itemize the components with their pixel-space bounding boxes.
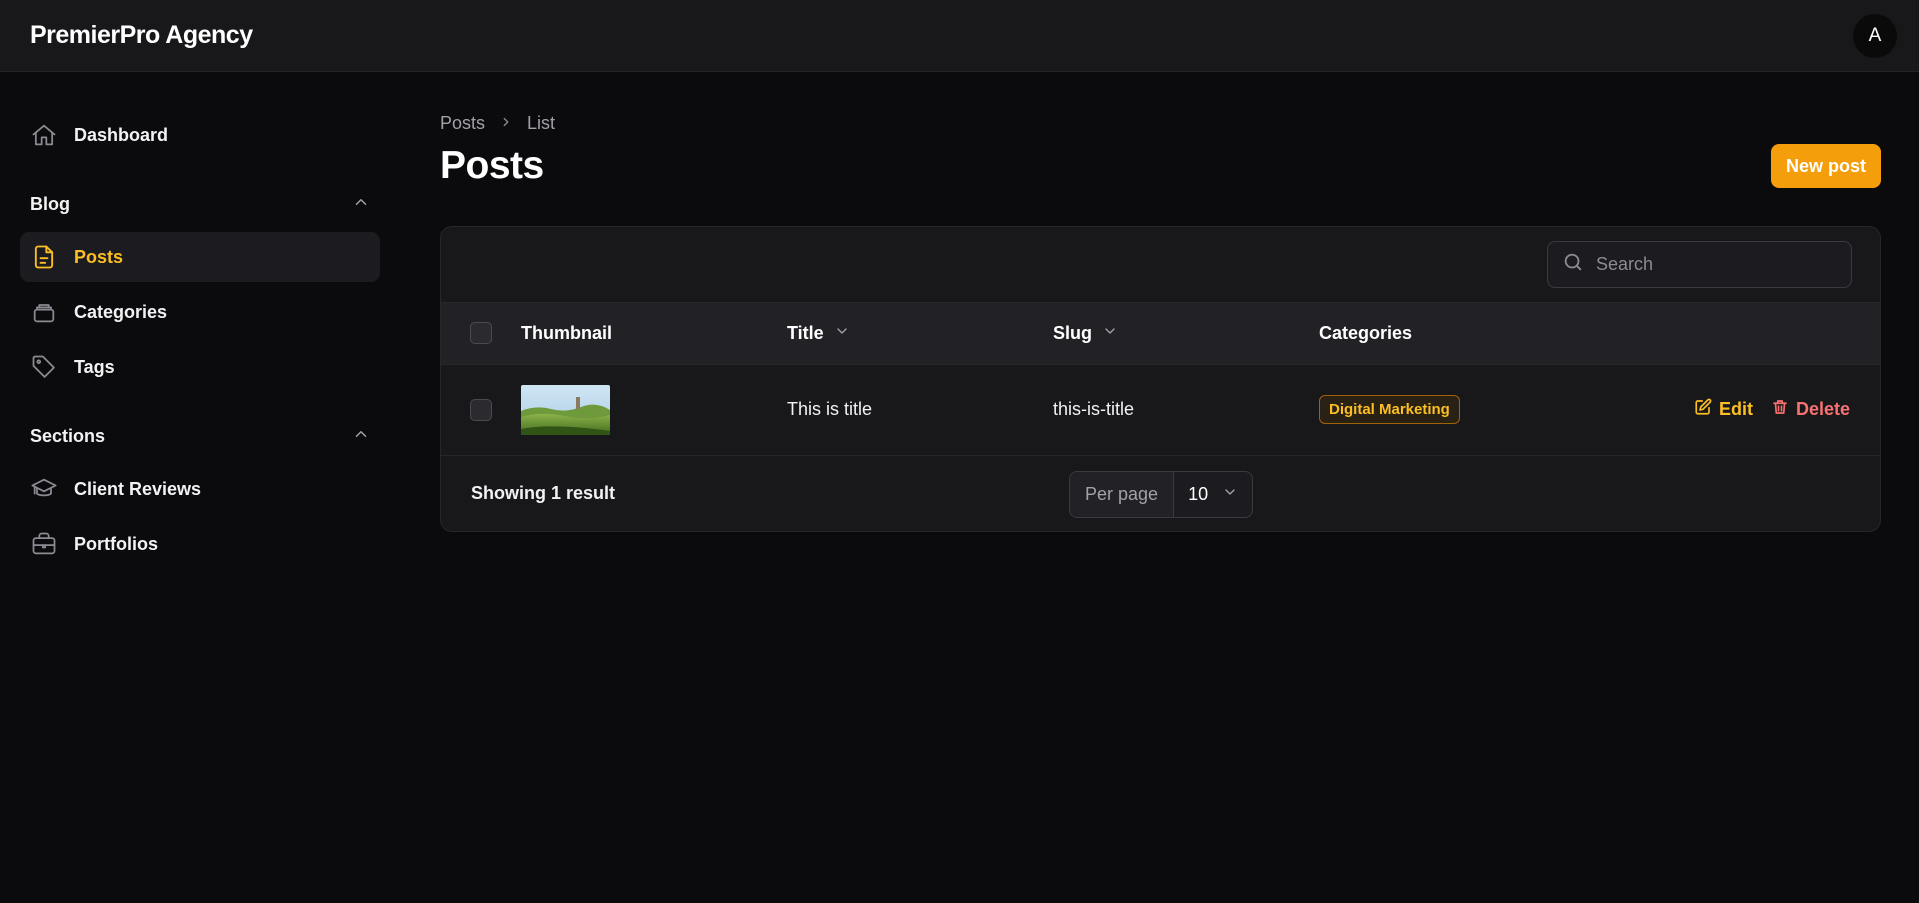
- sidebar-group-label: Blog: [30, 193, 70, 214]
- document-icon: [30, 243, 58, 271]
- chevron-down-icon: [1222, 484, 1238, 505]
- sidebar-item-posts[interactable]: Posts: [20, 232, 380, 282]
- breadcrumb: Posts List: [440, 110, 1881, 136]
- posts-table-card: Thumbnail Title Slug Categories: [440, 226, 1881, 532]
- main-content: Posts List Posts New post Thu: [440, 110, 1881, 532]
- sidebar-group-sections[interactable]: Sections: [20, 416, 380, 456]
- top-bar: PremierPro Agency A: [0, 0, 1919, 72]
- sidebar-item-label: Posts: [74, 246, 124, 267]
- chevron-down-icon: [1102, 323, 1118, 344]
- sidebar-item-client-reviews[interactable]: Client Reviews: [20, 464, 380, 514]
- tag-icon: [30, 353, 58, 381]
- per-page-value: 10: [1188, 483, 1209, 504]
- search-box[interactable]: [1547, 241, 1852, 288]
- chevron-up-icon: [352, 193, 370, 216]
- sidebar-group-label: Sections: [30, 425, 106, 446]
- row-checkbox[interactable]: [470, 398, 492, 421]
- chevron-down-icon: [834, 323, 850, 344]
- category-badge: Digital Marketing: [1319, 395, 1460, 424]
- per-page-label: Per page: [1070, 471, 1175, 517]
- post-slug-cell: this-is-title: [1053, 399, 1135, 419]
- column-header-label: Slug: [1053, 322, 1092, 343]
- column-header-label: Title: [787, 322, 824, 343]
- title-row: Posts New post: [440, 144, 1881, 188]
- sidebar-item-portfolios[interactable]: Portfolios: [20, 519, 380, 569]
- user-avatar[interactable]: A: [1853, 13, 1897, 58]
- result-count: Showing 1 result: [471, 482, 616, 503]
- select-all-checkbox[interactable]: [470, 322, 492, 345]
- sidebar-group-blog[interactable]: Blog: [20, 184, 380, 224]
- table-footer: Showing 1 result Per page 10: [441, 456, 1880, 531]
- sidebar-item-label: Portfolios: [74, 533, 158, 554]
- column-header-slug[interactable]: Slug: [1053, 323, 1118, 344]
- posts-table: Thumbnail Title Slug Categories This is …: [441, 303, 1880, 456]
- new-post-button[interactable]: New post: [1770, 144, 1881, 188]
- chevron-right-icon: [499, 113, 513, 134]
- column-header-title[interactable]: Title: [787, 323, 850, 344]
- sidebar-item-label: Client Reviews: [74, 478, 202, 499]
- breadcrumb-posts[interactable]: Posts: [440, 113, 485, 134]
- stack-icon: [30, 298, 58, 326]
- per-page-dropdown[interactable]: 10: [1174, 472, 1252, 517]
- sidebar-item-tags[interactable]: Tags: [20, 342, 380, 392]
- table-toolbar: [441, 227, 1880, 303]
- sidebar-item-dashboard[interactable]: Dashboard: [20, 110, 380, 160]
- row-actions: Edit Delete: [1582, 398, 1880, 421]
- table-header-row: Thumbnail Title Slug Categories: [441, 303, 1880, 364]
- sidebar: Dashboard Blog Posts Categories Tags Sec…: [20, 110, 380, 574]
- briefcase-icon: [30, 530, 58, 558]
- edit-button[interactable]: Edit: [1694, 398, 1753, 421]
- sidebar-item-label: Categories: [74, 301, 168, 322]
- edit-label: Edit: [1718, 399, 1753, 419]
- academic-cap-icon: [30, 475, 58, 503]
- sidebar-item-categories[interactable]: Categories: [20, 287, 380, 337]
- search-icon: [1562, 251, 1584, 278]
- per-page-select[interactable]: Per page 10: [1069, 470, 1254, 518]
- brand-name[interactable]: PremierPro Agency: [30, 21, 253, 50]
- breadcrumb-list[interactable]: List: [527, 113, 555, 134]
- column-header-thumbnail: Thumbnail: [521, 322, 612, 343]
- post-thumbnail-image: [521, 384, 610, 435]
- page-title: Posts: [440, 144, 544, 187]
- delete-button[interactable]: Delete: [1771, 398, 1850, 421]
- post-title-cell: This is title: [787, 399, 873, 419]
- table-row[interactable]: This is title this-is-title Digital Mark…: [441, 364, 1880, 455]
- chevron-up-icon: [352, 425, 370, 448]
- sidebar-item-label: Tags: [74, 356, 115, 377]
- trash-icon: [1771, 398, 1789, 421]
- pencil-square-icon: [1694, 398, 1712, 421]
- delete-label: Delete: [1795, 399, 1850, 419]
- search-input[interactable]: [1596, 254, 1837, 275]
- column-header-categories: Categories: [1319, 322, 1413, 343]
- sidebar-item-label: Dashboard: [74, 124, 169, 145]
- home-icon: [30, 121, 58, 149]
